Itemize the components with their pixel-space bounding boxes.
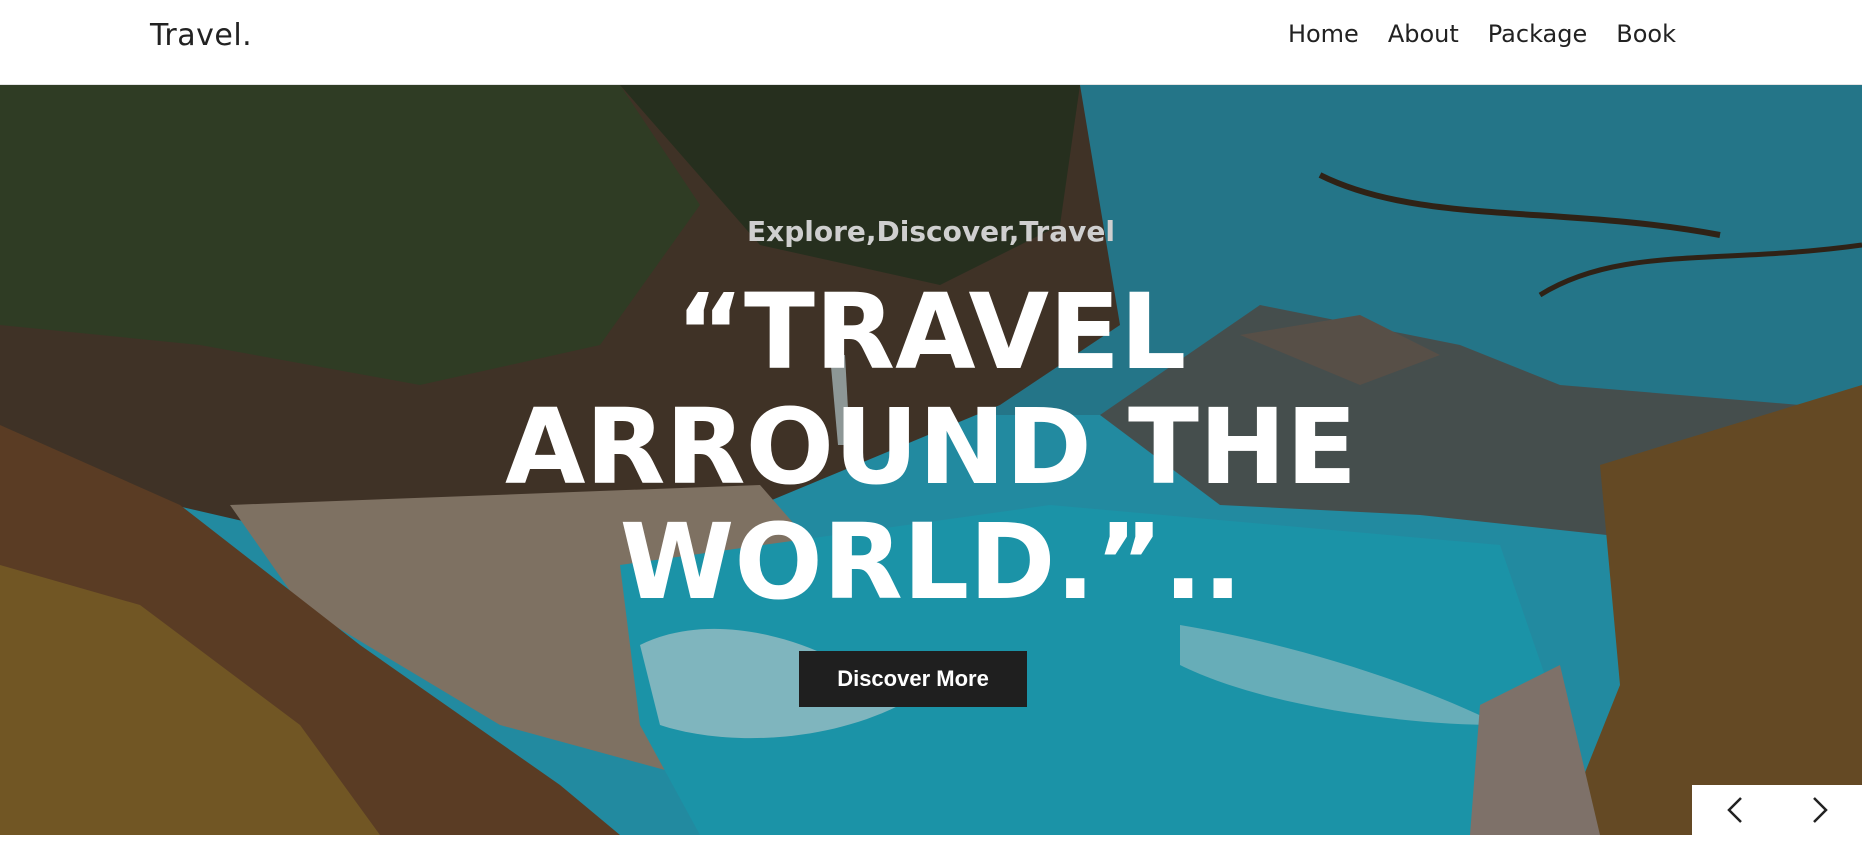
brand-logo[interactable]: Travel. [150, 18, 252, 53]
nav-home-link[interactable]: Home [1288, 20, 1359, 48]
hero-tagline: Explore,Discover,Travel [747, 215, 1115, 248]
main-nav: Home About Package Book [1288, 20, 1676, 48]
discover-more-button[interactable]: Discover More [799, 651, 1027, 707]
nav-package-link[interactable]: Package [1488, 20, 1587, 48]
nav-about-link[interactable]: About [1388, 20, 1459, 48]
headline-line-1: “TRAVEL [675, 271, 1187, 393]
carousel-controls [1692, 785, 1862, 835]
chevron-right-icon[interactable] [1800, 790, 1840, 830]
hero-banner: Explore,Discover,Travel “TRAVEL ARROUND … [0, 85, 1862, 835]
chevron-left-icon[interactable] [1715, 790, 1755, 830]
headline-line-2: ARROUND THE [504, 386, 1358, 508]
nav-book-link[interactable]: Book [1616, 20, 1676, 48]
hero-headline: “TRAVEL ARROUND THE WORLD.”.. [431, 275, 1431, 620]
headline-line-3: WORLD.”.. [619, 501, 1243, 623]
top-navbar: Travel. Home About Package Book [0, 0, 1862, 85]
